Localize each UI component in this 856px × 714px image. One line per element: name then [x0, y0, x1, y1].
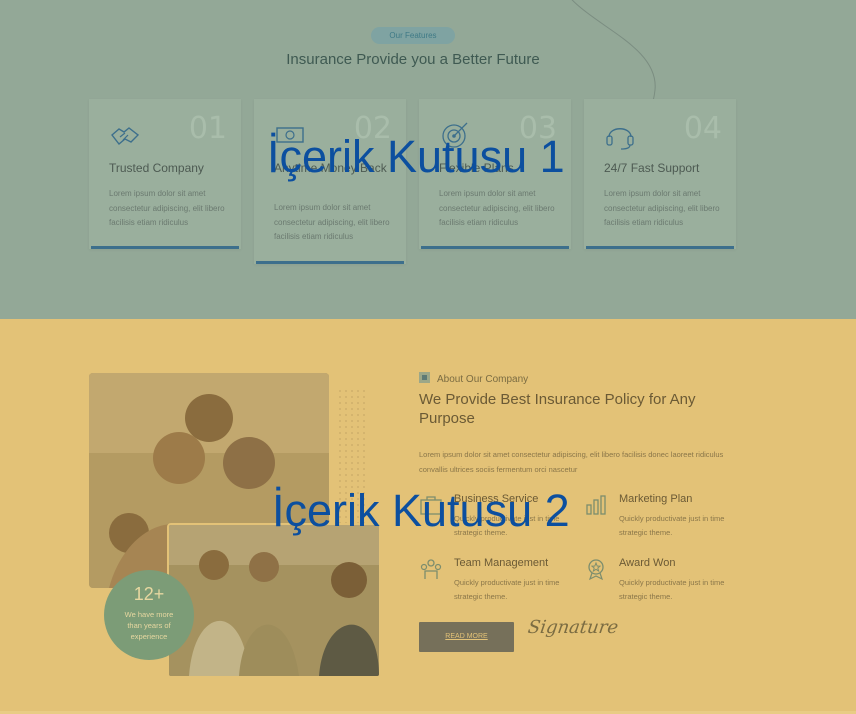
card-title: Trusted Company	[109, 161, 204, 175]
card-accent-bar	[421, 246, 569, 249]
experience-text: We have more than years of experience	[124, 610, 174, 641]
item-desc: Quickly productivate just in time strate…	[619, 578, 725, 601]
chart-icon	[586, 495, 606, 515]
award-icon	[588, 559, 604, 581]
item-desc: Quickly productivate just in time strate…	[619, 514, 725, 537]
meeting-photo	[167, 523, 381, 678]
signature-image: Signature	[526, 617, 620, 638]
experience-badge: 12+ We have more than years of experienc…	[104, 570, 194, 660]
item-title: Team Management	[454, 557, 549, 569]
read-more-button[interactable]: READ MORE	[419, 622, 514, 652]
card-accent-bar	[256, 261, 404, 264]
experience-number: 12+	[133, 584, 165, 604]
item-title: Marketing Plan	[619, 493, 693, 505]
item-title: Award Won	[619, 557, 676, 569]
item-desc: Quickly productivate just in time strate…	[454, 578, 560, 601]
card-desc: Lorem ipsum dolor sit amet consectetur a…	[109, 189, 225, 227]
card-accent-bar	[586, 246, 734, 249]
about-title: We Provide Best Insurance Policy for Any…	[419, 391, 696, 427]
content-box-label-2: İçerik Kutusu 2	[272, 485, 570, 536]
handshake-icon	[111, 127, 140, 146]
features-badge: Our Features	[371, 27, 455, 44]
card-desc: Lorem ipsum dolor sit amet consectetur a…	[604, 189, 720, 227]
card-desc: Lorem ipsum dolor sit amet consectetur a…	[274, 203, 390, 241]
features-title: Insurance Provide you a Better Future	[286, 51, 540, 68]
team-icon	[420, 559, 442, 579]
feature-card-trusted[interactable]: 01 Trusted Company Lorem ipsum dolor sit…	[89, 99, 241, 249]
feature-card-support[interactable]: 04 24/7 Fast Support Lorem ipsum dolor s…	[584, 99, 736, 249]
content-box-label-1: İçerik Kutusu 1	[267, 131, 565, 182]
about-tag-label: About Our Company	[437, 374, 529, 385]
about-tag: About Our Company	[419, 372, 528, 385]
square-icon	[419, 372, 430, 383]
card-accent-bar	[91, 246, 239, 249]
card-title: 24/7 Fast Support	[604, 161, 700, 175]
card-desc: Lorem ipsum dolor sit amet consectetur a…	[439, 189, 555, 227]
headset-icon	[606, 128, 634, 150]
card-number: 04	[683, 111, 722, 146]
about-desc: Lorem ipsum dolor sit amet consectetur a…	[419, 450, 724, 474]
card-number: 01	[188, 111, 227, 146]
